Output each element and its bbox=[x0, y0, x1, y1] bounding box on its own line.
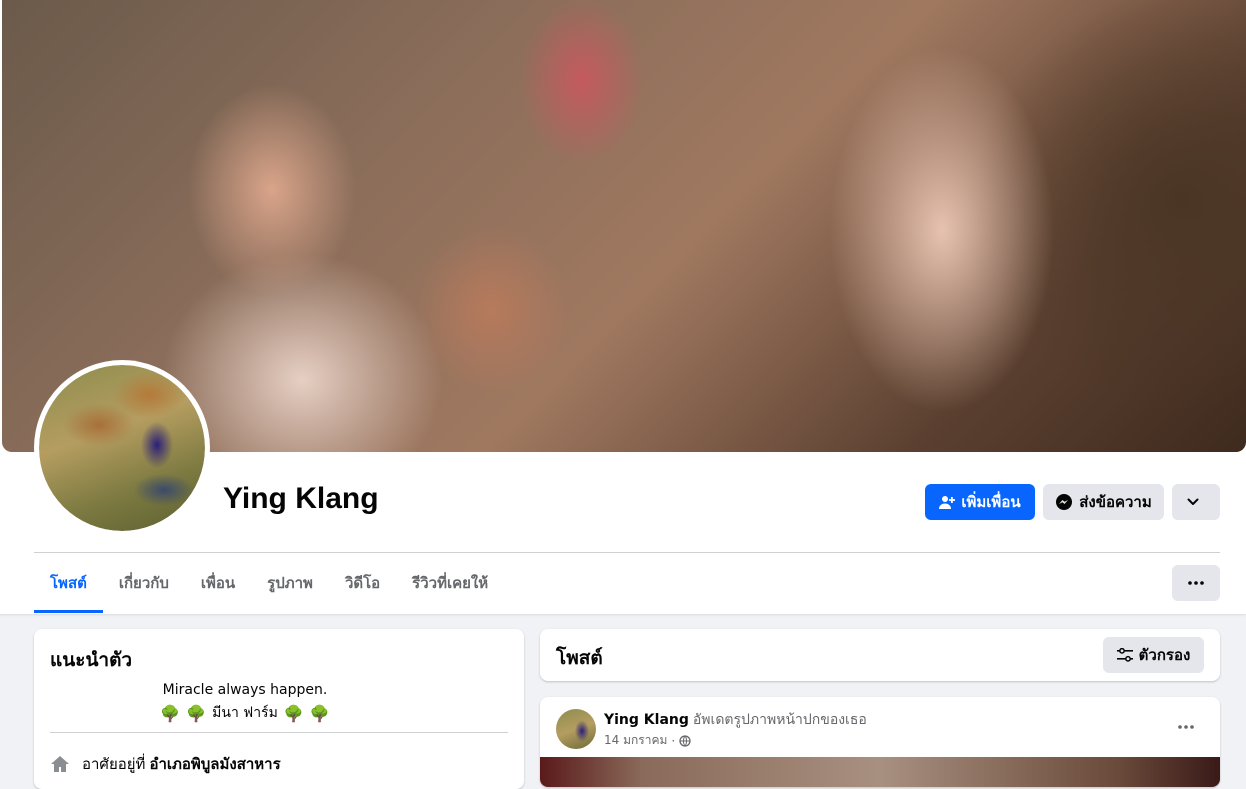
post-image[interactable] bbox=[540, 757, 1220, 787]
profile-tabs: โพสต์ เกี่ยวกับ เพื่อน รูปภาพ วิดีโอ รีว… bbox=[34, 553, 504, 613]
more-dots-icon bbox=[1188, 581, 1204, 585]
tab-videos[interactable]: วิดีโอ bbox=[329, 553, 396, 613]
lives-in-row: อาศัยอยู่ที่ อำเภอพิบูลมังสาหาร bbox=[50, 752, 281, 776]
bio-line-2: 🌳 🌳 มีนา ฟาร์ม 🌳 🌳 bbox=[16, 702, 474, 724]
tree-icon: 🌳 bbox=[160, 703, 181, 723]
messenger-icon bbox=[1056, 494, 1073, 510]
tab-photos[interactable]: รูปภาพ bbox=[251, 553, 329, 613]
lives-in-value[interactable]: อำเภอพิบูลมังสาหาร bbox=[149, 752, 280, 776]
tab-friends[interactable]: เพื่อน bbox=[185, 553, 251, 613]
tree-icon: 🌳 bbox=[309, 703, 330, 723]
post-action: อัพเดตรูปภาพหน้าปกของเธอ bbox=[692, 712, 867, 728]
message-label: ส่งข้อความ bbox=[1079, 493, 1152, 511]
post-date[interactable]: 14 มกราคม bbox=[604, 731, 667, 750]
add-friend-icon bbox=[939, 496, 956, 509]
bio-line-1: Miracle always happen. bbox=[162, 682, 328, 698]
more-dots-icon bbox=[1178, 725, 1194, 729]
tree-icon: 🌳 bbox=[283, 703, 304, 723]
add-friend-label: เพิ่มเพื่อน bbox=[961, 493, 1021, 511]
tab-reviews[interactable]: รีวิวที่เคยให้ bbox=[396, 553, 504, 613]
filter-label: ตัวกรอง bbox=[1138, 646, 1191, 664]
home-icon bbox=[51, 756, 69, 772]
tab-about[interactable]: เกี่ยวกับ bbox=[103, 553, 185, 613]
bio-farm-name: มีนา ฟาร์ม bbox=[212, 705, 278, 721]
chevron-down-icon bbox=[1187, 498, 1199, 505]
tabs-more-button[interactable] bbox=[1172, 565, 1220, 601]
post-author-avatar[interactable] bbox=[556, 709, 596, 749]
globe-icon bbox=[679, 734, 691, 747]
more-actions-button[interactable] bbox=[1172, 484, 1220, 520]
message-button[interactable]: ส่งข้อความ bbox=[1043, 484, 1164, 520]
add-friend-button[interactable]: เพิ่มเพื่อน bbox=[925, 484, 1035, 520]
cover-photo[interactable] bbox=[2, 0, 1246, 452]
post-author[interactable]: Ying Klang bbox=[604, 712, 689, 728]
post-separator: · bbox=[671, 733, 676, 748]
lives-in-label: อาศัยอยู่ที่ bbox=[82, 755, 146, 773]
avatar-image bbox=[39, 365, 205, 531]
filter-icon bbox=[1116, 648, 1133, 662]
profile-avatar[interactable] bbox=[39, 365, 205, 531]
post-options-button[interactable] bbox=[1168, 715, 1204, 739]
filter-button[interactable]: ตัวกรอง bbox=[1103, 637, 1204, 673]
intro-title: แนะนำตัว bbox=[50, 649, 133, 671]
posts-title: โพสต์ bbox=[556, 647, 603, 669]
post-card: Ying Klang อัพเดตรูปภาพหน้าปกของเธอ 14 มก… bbox=[540, 697, 1220, 787]
post-header-line: Ying Klang อัพเดตรูปภาพหน้าปกของเธอ bbox=[604, 709, 867, 731]
posts-header-card: โพสต์ ตัวกรอง bbox=[540, 629, 1220, 681]
intro-divider bbox=[50, 732, 508, 733]
tab-posts[interactable]: โพสต์ bbox=[34, 553, 103, 613]
profile-header: Ying Klang เพิ่มเพื่อน ส่งข้อความ โพสต์ … bbox=[0, 0, 1246, 614]
tree-icon: 🌳 bbox=[186, 703, 207, 723]
post-meta: 14 มกราคม · bbox=[604, 731, 691, 750]
profile-name: Ying Klang bbox=[223, 482, 379, 515]
